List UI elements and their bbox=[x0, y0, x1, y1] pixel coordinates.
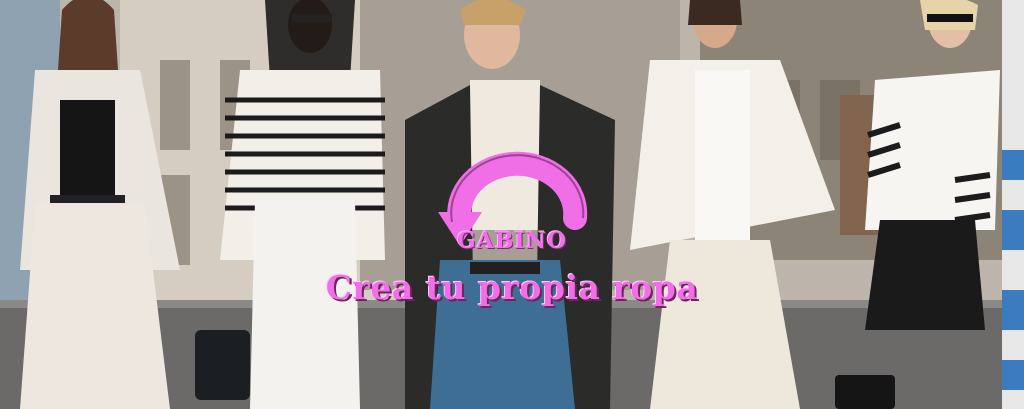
tagline: Crea tu propia ropa bbox=[325, 268, 699, 307]
hero-banner: GABINO Crea tu propia ropa bbox=[0, 0, 1024, 409]
brand-name: GABINO bbox=[456, 228, 568, 254]
